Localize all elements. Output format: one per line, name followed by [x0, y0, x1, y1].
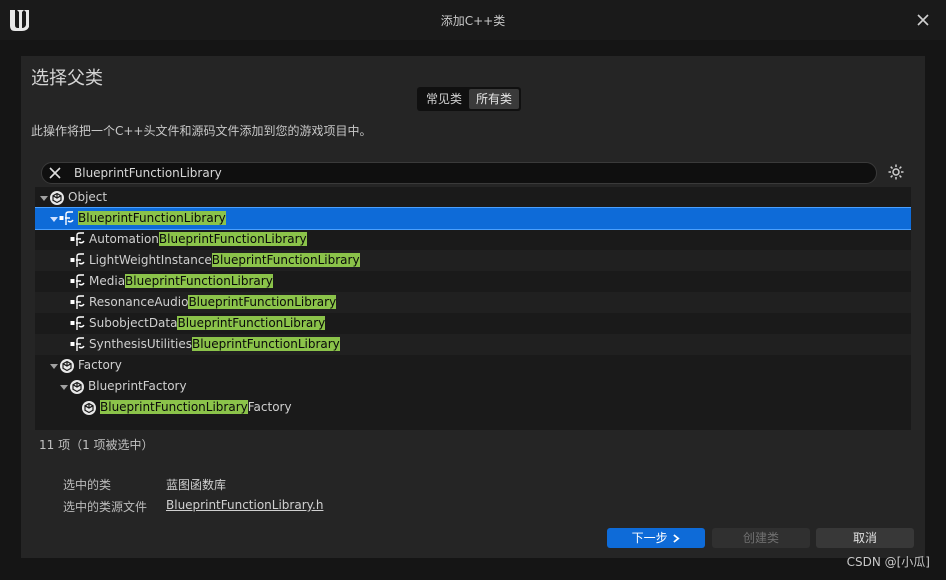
tree-row-label: BlueprintFactory — [88, 379, 187, 393]
description-text: 此操作将把一个C++头文件和源码文件添加到您的游戏项目中。 — [31, 124, 372, 138]
expanded-arrow-icon[interactable] — [59, 382, 69, 392]
selected-class-value: 蓝图函数库 — [166, 478, 227, 492]
expanded-arrow-icon[interactable] — [49, 214, 59, 224]
main-panel: 选择父类 常见类 所有类 此操作将把一个C++头文件和源码文件添加到您的游戏项目… — [21, 56, 925, 558]
tree-row-label: BlueprintFunctionLibraryFactory — [100, 400, 292, 414]
tree-row-resonanceaudio[interactable]: ResonanceAudioBlueprintFunctionLibrary — [35, 292, 911, 313]
tree-row-media[interactable]: MediaBlueprintFunctionLibrary — [35, 271, 911, 292]
tree-row-label: SubobjectDataBlueprintFunctionLibrary — [89, 316, 326, 330]
function-library-icon — [70, 231, 85, 246]
tree-row-blueprintfactory[interactable]: BlueprintFactory — [35, 376, 911, 397]
function-library-icon — [70, 273, 85, 288]
title-bar: 添加C++类 — [0, 0, 946, 40]
window-title: 添加C++类 — [440, 14, 506, 28]
object-class-icon — [82, 400, 96, 415]
function-library-icon — [70, 336, 85, 351]
tree-row-label: SynthesisUtilitiesBlueprintFunctionLibra… — [89, 337, 340, 351]
object-class-icon — [50, 190, 64, 205]
tree-row-label: Factory — [78, 358, 122, 372]
tree-row-label: BlueprintFunctionLibrary — [78, 211, 226, 225]
next-button-label: 下一步 — [631, 531, 668, 545]
tree-row-blueprint-function-library[interactable]: BlueprintFunctionLibrary — [35, 207, 911, 230]
clear-search-icon[interactable] — [48, 166, 62, 180]
tree-row-automation[interactable]: AutomationBlueprintFunctionLibrary — [35, 229, 911, 250]
search-box — [41, 162, 877, 184]
class-filter-tabs: 常见类 所有类 — [417, 87, 522, 111]
chevron-right-icon — [673, 534, 681, 543]
close-icon[interactable] — [914, 11, 932, 29]
tree-row-synthesisutilities[interactable]: SynthesisUtilitiesBlueprintFunctionLibra… — [35, 334, 911, 355]
cancel-button[interactable]: 取消 — [816, 528, 914, 548]
tree-row-label: ResonanceAudioBlueprintFunctionLibrary — [89, 295, 337, 309]
tab-common-classes[interactable]: 常见类 — [419, 89, 469, 109]
expanded-arrow-icon[interactable] — [39, 193, 49, 203]
tree-row-label: Object — [68, 190, 108, 204]
expanded-arrow-icon[interactable] — [49, 361, 59, 371]
create-class-button[interactable]: 创建类 — [712, 528, 810, 548]
function-library-icon — [70, 294, 85, 309]
tree-row-label: LightWeightInstanceBlueprintFunctionLibr… — [89, 253, 360, 267]
tree-row-object[interactable]: Object — [35, 187, 911, 208]
tree-row-subobjectdata[interactable]: SubobjectDataBlueprintFunctionLibrary — [35, 313, 911, 334]
tree-row-factory[interactable]: Factory — [35, 355, 911, 376]
gear-icon[interactable] — [887, 163, 905, 181]
item-count: 11 项（1 项被选中） — [39, 438, 154, 452]
tree-row-label: MediaBlueprintFunctionLibrary — [89, 274, 273, 288]
tree-row-label: AutomationBlueprintFunctionLibrary — [89, 232, 307, 246]
function-library-icon — [59, 210, 74, 225]
object-class-icon — [70, 379, 84, 394]
tab-all-classes[interactable]: 所有类 — [469, 89, 520, 109]
function-library-icon — [70, 252, 85, 267]
selected-class-label: 选中的类 — [63, 478, 112, 492]
next-button[interactable]: 下一步 — [607, 528, 705, 548]
selected-source-label: 选中的类源文件 — [63, 500, 148, 514]
selected-source-link[interactable]: BlueprintFunctionLibrary.h — [166, 498, 323, 512]
class-tree: Object BlueprintFunctionLibrary Automati… — [35, 187, 911, 430]
tree-row-blueprintfunctionlibraryfactory[interactable]: BlueprintFunctionLibraryFactory — [35, 397, 911, 418]
function-library-icon — [70, 315, 85, 330]
watermark-text: CSDN @[小瓜] — [846, 555, 930, 569]
page-title: 选择父类 — [31, 68, 103, 89]
search-input[interactable] — [74, 163, 854, 183]
tree-row-lightweightinstance[interactable]: LightWeightInstanceBlueprintFunctionLibr… — [35, 250, 911, 271]
object-class-icon — [60, 358, 74, 373]
